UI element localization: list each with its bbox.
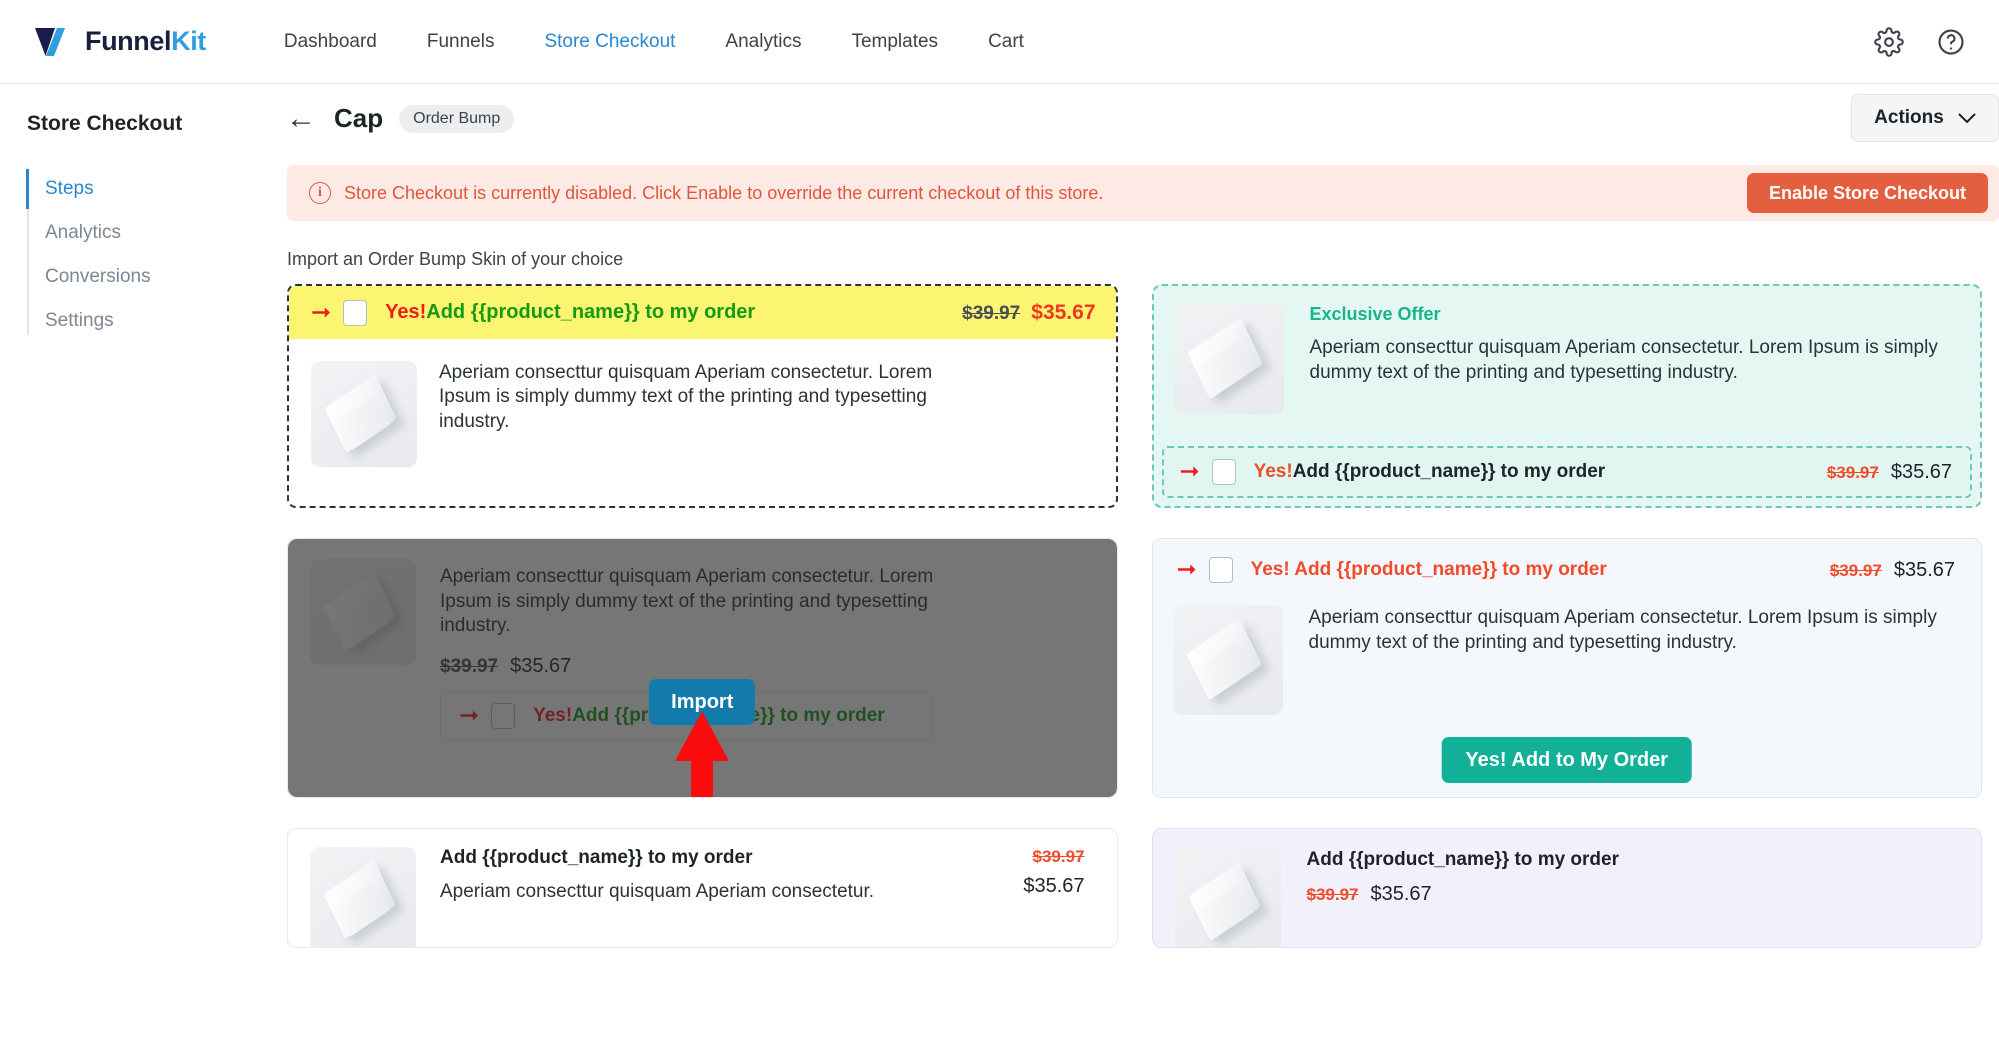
skin2-yes-label: Yes! (1254, 461, 1293, 483)
skin-card-hovered-import[interactable]: Aperiam consecttur quisquam Aperiam cons… (287, 538, 1118, 798)
back-arrow-icon[interactable]: ← (286, 104, 316, 134)
skins-grid: ➞ Yes! Add {{product_name}} to my order … (270, 284, 1999, 948)
skin2-text: Exclusive Offer Aperiam consecttur quisq… (1310, 304, 1961, 414)
skin1-offer-bar: ➞ Yes! Add {{product_name}} to my order … (289, 286, 1116, 339)
skin-card-lavender[interactable]: Add {{product_name}} to my order $39.97 … (1152, 828, 1983, 948)
nav-item-cart[interactable]: Cart (988, 31, 1024, 53)
enable-store-checkout-button[interactable]: Enable Store Checkout (1747, 173, 1988, 213)
skin2-new-price: $35.67 (1891, 461, 1952, 484)
main-content: ← Cap Order Bump Actions i Store Checkou… (270, 84, 1999, 1057)
sidebar: Store Checkout Steps Analytics Conversio… (0, 84, 270, 1057)
order-bump-checkbox[interactable] (1209, 557, 1233, 583)
nav-item-templates[interactable]: Templates (851, 31, 938, 53)
skin1-yes-label: Yes! (385, 301, 426, 324)
skin4-price-group: $39.97 $35.67 (1830, 559, 1955, 582)
skin2-top: Exclusive Offer Aperiam consecttur quisq… (1174, 304, 1961, 414)
skin5-price-group: $39.97 $35.67 (1023, 847, 1094, 947)
actions-button[interactable]: Actions (1851, 94, 1999, 142)
skin1-old-price: $39.97 (962, 303, 1020, 325)
status-badge: Order Bump (399, 105, 514, 133)
product-image (1175, 849, 1281, 948)
help-circle-icon[interactable] (1935, 26, 1967, 58)
skin4-new-price: $35.67 (1894, 559, 1955, 582)
brand-name-part1: Funnel (85, 26, 171, 56)
sidebar-item-settings[interactable]: Settings (0, 299, 270, 343)
info-circle-icon: i (309, 182, 331, 204)
page-header: ← Cap Order Bump Actions (270, 84, 1999, 153)
skin4-description: Aperiam consecttur quisquam Aperiam cons… (1309, 605, 1962, 715)
nav-item-store-checkout[interactable]: Store Checkout (544, 31, 675, 53)
red-right-arrow-icon: ➞ (1180, 460, 1200, 484)
skin-card-plain-white[interactable]: Add {{product_name}} to my order Aperiam… (287, 828, 1118, 948)
skin6-price-group: $39.97 $35.67 (1307, 883, 1620, 906)
topbar-actions (1873, 0, 1967, 84)
funnelkit-logo-icon (32, 25, 78, 59)
nav-item-analytics[interactable]: Analytics (725, 31, 801, 53)
page-body: Store Checkout Steps Analytics Conversio… (0, 84, 1999, 1057)
skin4-offer-bar: ➞ Yes! Add {{product_name}} to my order … (1173, 557, 1962, 583)
skin-card-mint-dashed[interactable]: Exclusive Offer Aperiam consecttur quisq… (1152, 284, 1983, 508)
page-title: Cap (334, 103, 383, 134)
sidebar-title: Store Checkout (0, 112, 270, 136)
product-image (1174, 304, 1284, 414)
skin6-new-price: $35.67 (1371, 883, 1432, 906)
order-bump-checkbox[interactable] (1212, 459, 1236, 485)
nav-item-funnels[interactable]: Funnels (427, 31, 495, 53)
order-bump-checkbox[interactable] (343, 300, 367, 326)
nav-item-dashboard[interactable]: Dashboard (284, 31, 377, 53)
skin2-eyebrow: Exclusive Offer (1310, 304, 1961, 325)
sidebar-item-conversions[interactable]: Conversions (0, 255, 270, 299)
main-nav: Dashboard Funnels Store Checkout Analyti… (284, 31, 1024, 53)
gear-icon[interactable] (1873, 26, 1905, 58)
sidebar-item-analytics[interactable]: Analytics (0, 211, 270, 255)
brand-text: FunnelKit (85, 26, 206, 57)
actions-button-label: Actions (1874, 107, 1944, 129)
product-image (310, 847, 416, 948)
skin5-title: Add {{product_name}} to my order (440, 847, 874, 869)
skin2-offer-bar: ➞ Yes! Add {{product_name}} to my order … (1162, 446, 1973, 498)
skin4-old-price: $39.97 (1830, 561, 1882, 581)
skin1-new-price: $35.67 (1031, 301, 1095, 325)
skin1-offer-label: Add {{product_name}} to my order (426, 301, 755, 324)
brand-logo[interactable]: FunnelKit (32, 25, 206, 59)
store-disabled-alert: i Store Checkout is currently disabled. … (287, 165, 1999, 221)
yes-add-to-my-order-button[interactable]: Yes! Add to My Order (1441, 737, 1692, 783)
product-image (1173, 605, 1283, 715)
skin6-text: Add {{product_name}} to my order $39.97 … (1307, 849, 1620, 947)
sidebar-menu: Steps Analytics Conversions Settings (0, 167, 270, 343)
skin5-old-price: $39.97 (1023, 847, 1084, 867)
chevron-down-icon (1958, 113, 1976, 124)
skin2-old-price: $39.97 (1827, 463, 1879, 483)
red-right-arrow-icon: ➞ (1177, 558, 1197, 582)
skin5-description: Aperiam consecttur quisquam Aperiam cons… (440, 881, 874, 903)
skin1-description: Aperiam consecttur quisquam Aperiam cons… (439, 361, 939, 467)
skins-section-label: Import an Order Bump Skin of your choice (287, 249, 1999, 270)
red-right-arrow-icon: ➞ (311, 301, 331, 325)
skin1-body: Aperiam consecttur quisquam Aperiam cons… (289, 339, 1116, 467)
alert-message: Store Checkout is currently disabled. Cl… (344, 183, 1103, 204)
skin6-old-price: $39.97 (1307, 885, 1359, 905)
sidebar-item-steps[interactable]: Steps (0, 167, 270, 211)
skin5-text: Add {{product_name}} to my order Aperiam… (440, 847, 874, 947)
skin4-body: Aperiam consecttur quisquam Aperiam cons… (1173, 605, 1962, 715)
product-image (311, 361, 417, 467)
skin1-price-group: $39.97 $35.67 (962, 301, 1095, 325)
skin4-headline: Yes! Add {{product_name}} to my order (1251, 559, 1607, 581)
skin2-price-group: $39.97 $35.67 (1827, 461, 1952, 484)
skin6-title: Add {{product_name}} to my order (1307, 849, 1620, 871)
import-button[interactable]: Import (649, 679, 755, 725)
skin-card-yellow-dashed[interactable]: ➞ Yes! Add {{product_name}} to my order … (287, 284, 1118, 508)
brand-name-part2: Kit (171, 26, 206, 56)
top-navigation-bar: FunnelKit Dashboard Funnels Store Checko… (0, 0, 1999, 84)
skin5-new-price: $35.67 (1023, 875, 1084, 898)
skin-card-light-blue[interactable]: ➞ Yes! Add {{product_name}} to my order … (1152, 538, 1983, 798)
skin3-hover-overlay (288, 539, 1117, 797)
skin2-description: Aperiam consecttur quisquam Aperiam cons… (1310, 335, 1961, 385)
skin2-offer-label: Add {{product_name}} to my order (1293, 461, 1606, 483)
